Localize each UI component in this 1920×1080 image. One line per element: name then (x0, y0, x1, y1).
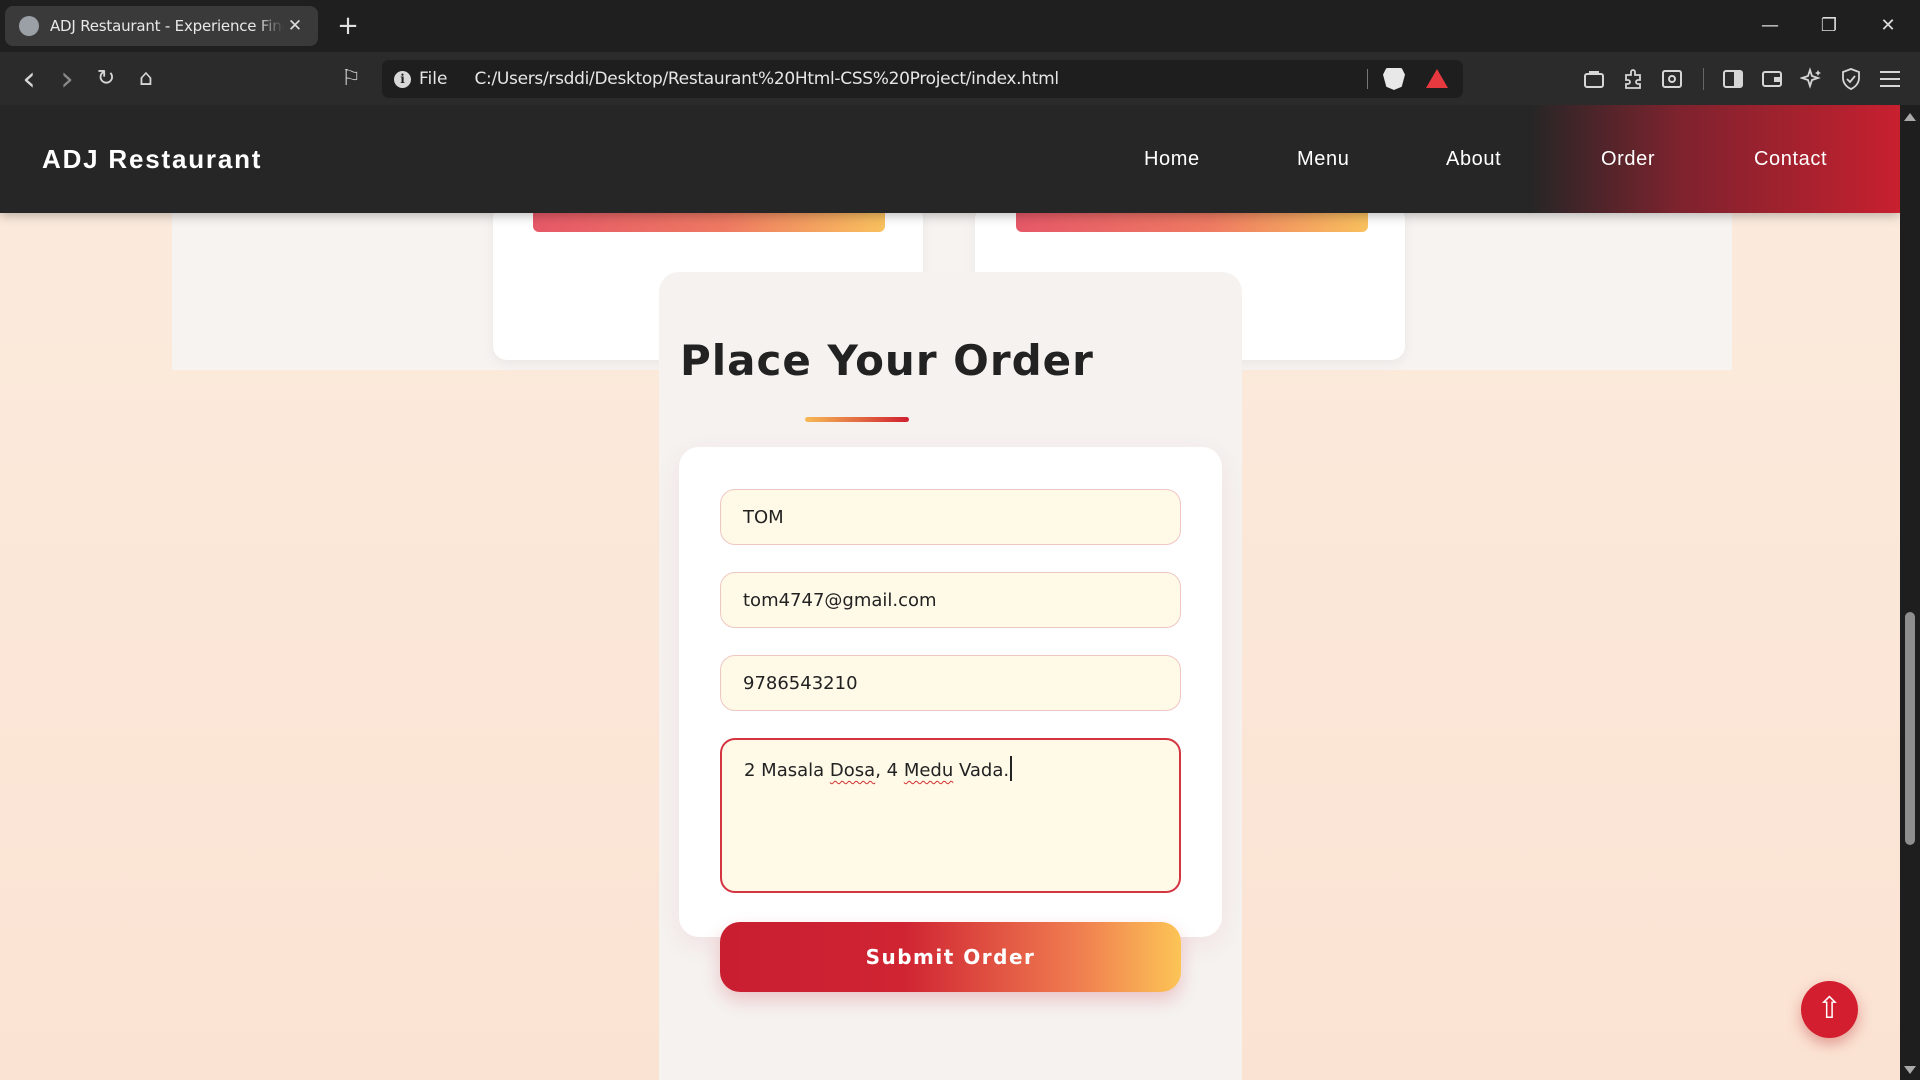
window-close-button[interactable]: ✕ (1860, 8, 1916, 44)
nav-link-menu[interactable]: Menu (1297, 105, 1349, 213)
url-text[interactable]: C:/Users/rsddi/Desktop/Restaurant%20Html… (474, 69, 1059, 89)
scroll-to-top-button[interactable]: ⇧ (1801, 981, 1858, 1038)
page-viewport: ADJ Restaurant Home Menu About Order Con… (0, 105, 1900, 1080)
name-input[interactable]: TOM (720, 489, 1181, 545)
sidebar-icon[interactable] (1722, 68, 1744, 90)
scroll-up-arrow-icon[interactable] (1904, 113, 1916, 121)
vpn-icon[interactable] (1840, 67, 1862, 91)
scroll-down-arrow-icon[interactable] (1904, 1066, 1916, 1074)
reload-icon[interactable]: ↻ (90, 64, 122, 94)
forward-icon[interactable]: › (51, 62, 83, 96)
tab-title: ADJ Restaurant - Experience Fine Dining (50, 17, 284, 35)
email-input[interactable]: tom4747@gmail.com (720, 572, 1181, 628)
spellcheck-word: Dosa (829, 760, 876, 781)
address-bar-divider (1367, 69, 1368, 89)
scrollbar-thumb[interactable] (1905, 612, 1915, 845)
tab-close-icon[interactable]: ✕ (284, 16, 306, 36)
text-caret (1010, 756, 1012, 781)
browser-tab-bar: ADJ Restaurant - Experience Fine Dining … (0, 0, 1920, 52)
leo-ai-icon[interactable] (1800, 67, 1824, 91)
order-items-textarea[interactable]: 2 Masala Dosa, 4 Medu Vada. (720, 738, 1181, 893)
browser-tab[interactable]: ADJ Restaurant - Experience Fine Dining … (5, 6, 318, 46)
email-input-value: tom4747@gmail.com (743, 589, 937, 611)
nav-link-home[interactable]: Home (1144, 105, 1200, 213)
name-input-value: TOM (743, 506, 784, 528)
order-heading: Place Your Order (680, 336, 1094, 385)
spellcheck-word: Medu (903, 760, 954, 781)
phone-input-value: 9786543210 (743, 672, 858, 694)
home-icon[interactable]: ⌂ (130, 64, 162, 94)
reader-icon[interactable] (1661, 68, 1683, 90)
nav-link-order[interactable]: Order (1601, 105, 1655, 213)
toolbar-divider (1703, 68, 1704, 90)
bookmark-icon[interactable]: ⚐ (335, 64, 367, 94)
nav-link-contact[interactable]: Contact (1754, 105, 1827, 213)
brave-rewards-icon[interactable] (1426, 69, 1448, 88)
site-brand-logo[interactable]: ADJ Restaurant (42, 105, 262, 213)
address-bar[interactable]: i File C:/Users/rsddi/Desktop/Restaurant… (382, 60, 1463, 98)
order-items-value: 2 Masala Dosa, 4 Medu Vada. (744, 756, 1012, 781)
menu-icon[interactable] (1879, 69, 1901, 89)
brave-shields-icon[interactable] (1383, 68, 1405, 90)
new-tab-button[interactable]: + (333, 9, 363, 43)
heading-underline (805, 417, 909, 422)
restore-button[interactable]: ❐ (1801, 8, 1857, 44)
submit-order-button[interactable]: Submit Order (720, 922, 1181, 992)
browser-toolbar: ‹ › ↻ ⌂ ⚐ i File C:/Users/rsddi/Desktop/… (0, 52, 1920, 105)
site-info-icon[interactable]: i (394, 70, 411, 88)
phone-input[interactable]: 9786543210 (720, 655, 1181, 711)
wallet-card-icon[interactable] (1761, 68, 1783, 90)
nav-link-about[interactable]: About (1446, 105, 1501, 213)
minimize-button[interactable]: — (1742, 8, 1798, 44)
extensions-icon[interactable] (1622, 67, 1646, 91)
back-icon[interactable]: ‹ (13, 62, 45, 96)
up-arrow-icon: ⇧ (1816, 991, 1843, 1026)
page-scrollbar[interactable] (1900, 105, 1920, 1080)
site-navbar: ADJ Restaurant Home Menu About Order Con… (0, 105, 1900, 213)
wallet-icon[interactable] (1583, 68, 1605, 90)
navbar-accent-gradient (1530, 105, 1900, 213)
url-scheme-label: File (419, 69, 448, 89)
globe-icon (19, 16, 39, 36)
